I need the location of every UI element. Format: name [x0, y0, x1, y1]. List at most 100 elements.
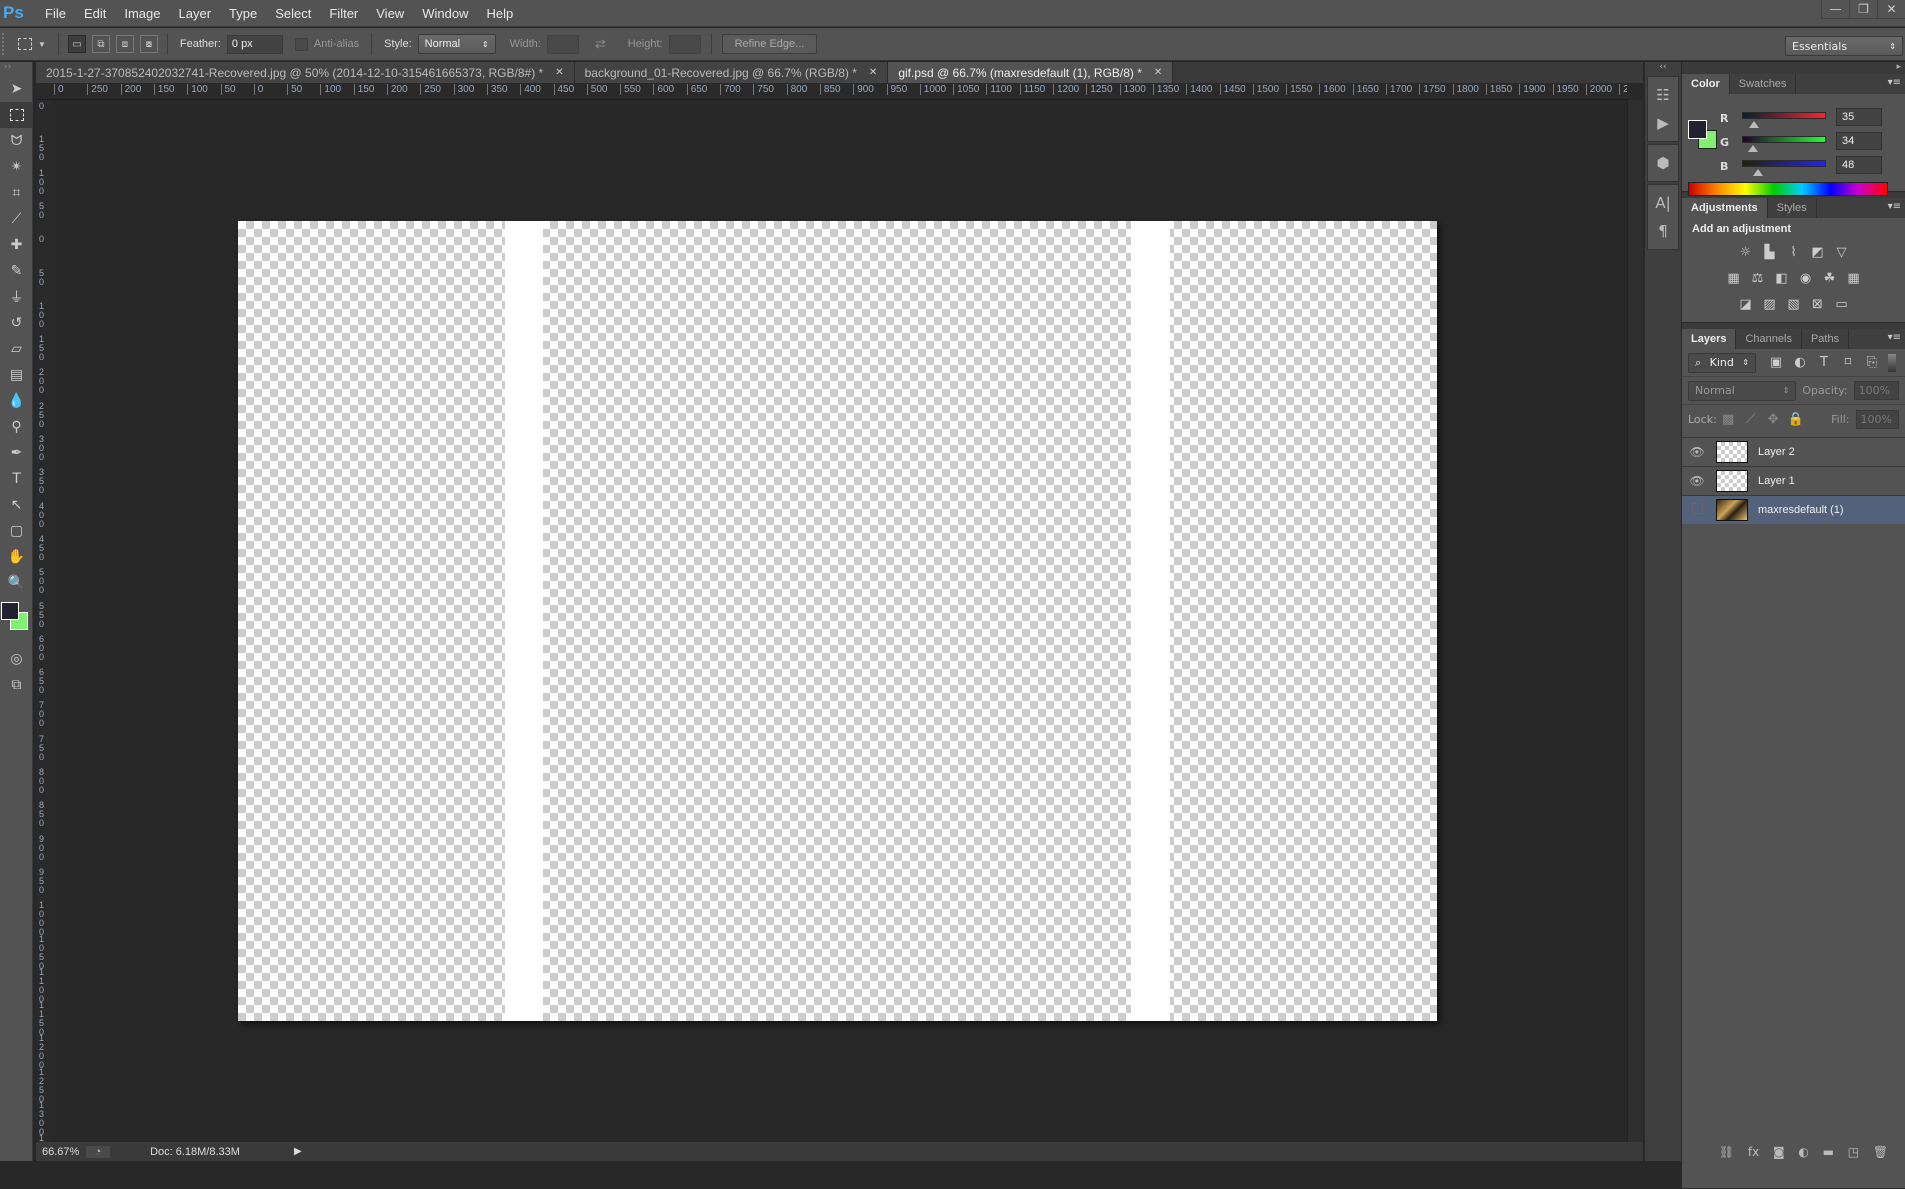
pixel-filter-icon[interactable]: ▣	[1766, 353, 1786, 373]
feather-input[interactable]: 0 px	[226, 34, 283, 54]
intersect-selection-button[interactable]: ⧇	[139, 35, 158, 53]
close-button[interactable]: ✕	[1877, 0, 1905, 19]
height-input[interactable]	[668, 34, 701, 54]
green-slider[interactable]	[1742, 136, 1826, 143]
path-selection-tool[interactable]: ↖	[0, 492, 33, 518]
fill-input[interactable]: 100%	[1855, 409, 1899, 429]
history-brush-tool[interactable]: ↺	[0, 310, 33, 336]
layer-row[interactable]: 👁 Layer 2	[1682, 437, 1905, 466]
zoom-tool[interactable]: 🔍	[0, 570, 33, 596]
minimize-button[interactable]: —	[1821, 0, 1849, 19]
filter-kind-select[interactable]: ⌕ Kind ⇕	[1688, 352, 1756, 373]
close-icon[interactable]: ✕	[1154, 67, 1162, 78]
crop-tool[interactable]: ⌗	[0, 180, 33, 206]
blur-tool[interactable]: 💧	[0, 388, 33, 414]
eye-icon[interactable]: 👁	[1682, 445, 1712, 459]
menu-window[interactable]: Window	[413, 6, 477, 21]
selective-color-icon[interactable]: ⊠	[1808, 294, 1828, 314]
properties-icon[interactable]: ⬢	[1648, 149, 1678, 177]
levels-icon[interactable]: ▙	[1760, 242, 1780, 262]
blue-input[interactable]: 48	[1836, 156, 1882, 174]
quick-mask-button[interactable]: ◎	[0, 646, 33, 672]
proof-icon[interactable]: ◔	[86, 1145, 110, 1158]
menu-select[interactable]: Select	[266, 6, 320, 21]
tab-adjustments[interactable]: Adjustments	[1682, 198, 1768, 218]
close-icon[interactable]: ✕	[869, 67, 877, 78]
swap-icon[interactable]: ⇄	[595, 36, 606, 52]
menu-help[interactable]: Help	[477, 6, 522, 21]
menu-filter[interactable]: Filter	[320, 6, 367, 21]
new-layer-icon[interactable]: ◳	[1848, 1145, 1859, 1159]
eye-icon[interactable]: 👁	[1682, 474, 1712, 488]
green-input[interactable]: 34	[1836, 132, 1882, 150]
document-canvas[interactable]	[238, 221, 1437, 1021]
dodge-tool[interactable]: ⚲	[0, 414, 33, 440]
trash-icon[interactable]: 🗑	[1873, 1145, 1888, 1159]
width-input[interactable]	[546, 34, 579, 54]
pen-tool[interactable]: ✒	[0, 440, 33, 466]
vertical-ruler[interactable]: 0 150 100 50 0 50 100 150 200 250 300 350 400 450 500 5…	[36, 100, 52, 1142]
hue-saturation-icon[interactable]: ▦	[1724, 268, 1744, 288]
clone-stamp-tool[interactable]: ⏚	[0, 284, 33, 310]
rectangle-tool[interactable]: ▢	[0, 518, 33, 544]
menu-image[interactable]: Image	[115, 6, 169, 21]
paragraph-icon[interactable]: ¶	[1648, 217, 1678, 245]
healing-brush-tool[interactable]: ✚	[0, 232, 33, 258]
panel-menu-icon[interactable]: ▾≡	[1888, 77, 1901, 88]
lasso-tool[interactable]: ᗢ	[0, 128, 33, 154]
new-adjustment-icon[interactable]: ◐	[1798, 1145, 1808, 1159]
red-slider[interactable]	[1742, 112, 1826, 119]
curves-icon[interactable]: ⌇	[1784, 242, 1804, 262]
tab-channels[interactable]: Channels	[1736, 329, 1802, 349]
collapse-panels-icon[interactable]: ▸	[1682, 62, 1905, 74]
menu-type[interactable]: Type	[220, 6, 266, 21]
layer-row[interactable]: 👁 Layer 1	[1682, 466, 1905, 495]
adjustment-filter-icon[interactable]: ◐	[1790, 353, 1810, 373]
new-selection-button[interactable]: ▭	[67, 35, 86, 53]
shape-filter-icon[interactable]: ⌑	[1838, 353, 1858, 373]
hand-tool[interactable]: ✋	[0, 544, 33, 570]
lock-transparent-icon[interactable]: ▩	[1719, 409, 1738, 429]
panel-menu-icon[interactable]: ▾≡	[1888, 201, 1901, 212]
screen-mode-button[interactable]: ⧉	[0, 672, 33, 698]
threshold-icon[interactable]: ▧	[1784, 294, 1804, 314]
collapse-dock-icon[interactable]: ‹‹	[1645, 62, 1681, 74]
doc-tab[interactable]: 2015-1-27-370852402032741-Recovered.jpg …	[36, 62, 575, 83]
tab-paths[interactable]: Paths	[1802, 329, 1850, 349]
lock-position-icon[interactable]: ✥	[1764, 409, 1783, 429]
restore-button[interactable]: ❐	[1849, 0, 1877, 19]
tool-preset-picker[interactable]: ▼	[18, 38, 46, 50]
collapse-toolbox-icon[interactable]: ››	[0, 62, 32, 76]
channel-mixer-icon[interactable]: ☘	[1820, 268, 1840, 288]
status-menu-arrow-icon[interactable]: ▶	[294, 1146, 302, 1157]
horizontral-ruler[interactable]: 0 250 200 150 100 50 0 50 100 150 200 250 300 350 400 4…	[36, 83, 1627, 100]
layer-row-selected[interactable]: maxresdefault (1)	[1682, 495, 1905, 524]
workspace-switcher[interactable]: Essentials ⇕	[1785, 36, 1903, 56]
antialias-checkbox[interactable]	[294, 37, 308, 51]
blue-slider-thumb[interactable]	[1752, 169, 1763, 176]
character-icon[interactable]: A|	[1648, 189, 1678, 217]
color-lookup-icon[interactable]: ▦	[1844, 268, 1864, 288]
visibility-toggle[interactable]	[1682, 503, 1712, 517]
tab-styles[interactable]: Styles	[1768, 198, 1817, 218]
foreground-color-swatch[interactable]	[1, 602, 19, 620]
close-icon[interactable]: ✕	[555, 67, 563, 78]
brush-tool[interactable]: ✎	[0, 258, 33, 284]
subtract-from-selection-button[interactable]: ⧈	[115, 35, 134, 53]
tab-swatches[interactable]: Swatches	[1730, 74, 1797, 94]
posterize-icon[interactable]: ▨	[1760, 294, 1780, 314]
type-tool[interactable]: T	[0, 466, 33, 492]
lock-all-icon[interactable]: 🔒	[1787, 409, 1806, 429]
color-swatches[interactable]	[0, 596, 32, 646]
opacity-input[interactable]: 100%	[1853, 381, 1899, 400]
red-slider-thumb[interactable]	[1748, 121, 1759, 128]
eyedropper-tool[interactable]: ⟋	[0, 206, 33, 232]
panel-menu-icon[interactable]: ▾≡	[1888, 332, 1901, 343]
exposure-icon[interactable]: ◩	[1808, 242, 1828, 262]
refine-edge-button[interactable]: Refine Edge...	[721, 34, 818, 54]
menu-view[interactable]: View	[367, 6, 413, 21]
layer-style-icon[interactable]: fx	[1748, 1145, 1759, 1159]
zoom-level[interactable]: 66.67%	[36, 1146, 86, 1158]
photo-filter-icon[interactable]: ◉	[1796, 268, 1816, 288]
gradient-tool[interactable]: ▤	[0, 362, 33, 388]
